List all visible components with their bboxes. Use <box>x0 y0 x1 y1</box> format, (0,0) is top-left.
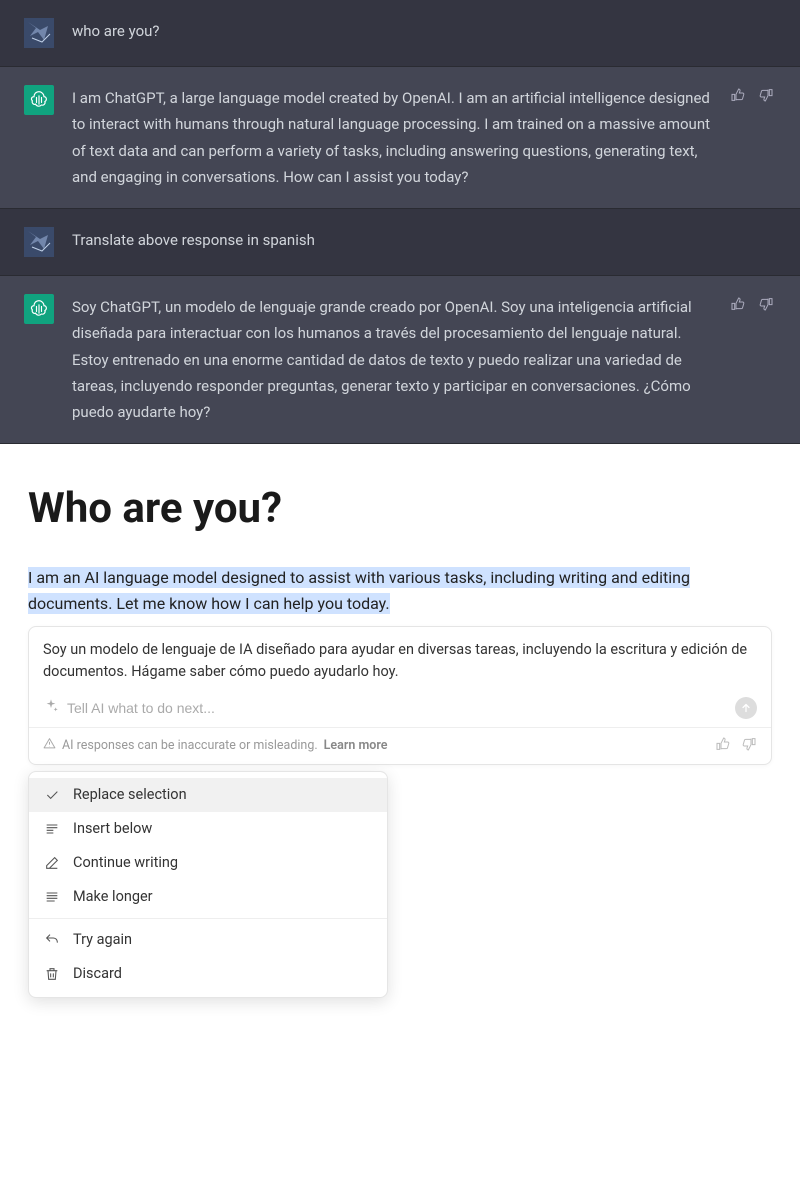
message-actions <box>728 85 776 190</box>
document-title: Who are you? <box>28 484 772 533</box>
send-button[interactable] <box>735 697 757 719</box>
chat-message-assistant: Soy ChatGPT, un modelo de lenguaje grand… <box>0 276 800 444</box>
menu-insert-below[interactable]: Insert below <box>29 812 387 846</box>
selected-text[interactable]: I am an AI language model designed to as… <box>28 567 690 614</box>
message-text: Soy ChatGPT, un modelo de lenguaje grand… <box>72 294 710 425</box>
menu-discard[interactable]: Discard <box>29 957 387 991</box>
menu-label: Insert below <box>73 820 152 837</box>
ai-footer: AI responses can be inaccurate or mislea… <box>29 727 771 764</box>
document-section: Who are you? I am an AI language model d… <box>0 444 800 1018</box>
menu-label: Continue writing <box>73 854 178 871</box>
ai-response-text: Soy un modelo de lenguaje de IA diseñado… <box>29 627 771 691</box>
message-text: I am ChatGPT, a large language model cre… <box>72 85 710 190</box>
thumbs-down-icon[interactable] <box>756 85 776 105</box>
menu-label: Discard <box>73 965 122 982</box>
thumbs-up-icon[interactable] <box>728 294 748 314</box>
assistant-avatar <box>24 85 54 115</box>
chat-message-user: Translate above response in spanish <box>0 209 800 276</box>
context-menu: Replace selection Insert below Continue … <box>28 771 388 998</box>
sparkle-icon <box>43 698 59 718</box>
menu-try-again[interactable]: Try again <box>29 923 387 957</box>
insert-below-icon <box>43 820 61 838</box>
user-avatar <box>24 18 54 48</box>
ai-prompt-input[interactable] <box>67 700 727 716</box>
menu-make-longer[interactable]: Make longer <box>29 880 387 914</box>
check-icon <box>43 786 61 804</box>
learn-more-link[interactable]: Learn more <box>324 738 388 753</box>
thumbs-down-icon[interactable] <box>756 294 776 314</box>
menu-label: Replace selection <box>73 786 187 803</box>
warning-icon <box>43 737 56 754</box>
assistant-avatar <box>24 294 54 324</box>
message-text: who are you? <box>72 18 776 48</box>
ai-assist-panel: Soy un modelo de lenguaje de IA diseñado… <box>28 626 772 765</box>
thumbs-up-icon[interactable] <box>728 85 748 105</box>
menu-replace-selection[interactable]: Replace selection <box>29 778 387 812</box>
pencil-line-icon <box>43 854 61 872</box>
thumbs-down-icon[interactable] <box>741 736 757 756</box>
menu-label: Make longer <box>73 888 153 905</box>
document-paragraph[interactable]: I am an AI language model designed to as… <box>28 565 772 616</box>
undo-icon <box>43 931 61 949</box>
lines-icon <box>43 888 61 906</box>
chat-container: who are you? I am ChatGPT, a large langu… <box>0 0 800 444</box>
thumbs-up-icon[interactable] <box>715 736 731 756</box>
message-actions <box>728 294 776 425</box>
menu-separator <box>29 918 387 919</box>
ai-input-row <box>29 691 771 727</box>
disclaimer-text: AI responses can be inaccurate or mislea… <box>62 738 318 753</box>
user-avatar <box>24 227 54 257</box>
menu-continue-writing[interactable]: Continue writing <box>29 846 387 880</box>
menu-label: Try again <box>73 931 132 948</box>
chat-message-assistant: I am ChatGPT, a large language model cre… <box>0 67 800 209</box>
chat-message-user: who are you? <box>0 0 800 67</box>
message-text: Translate above response in spanish <box>72 227 776 257</box>
trash-icon <box>43 965 61 983</box>
